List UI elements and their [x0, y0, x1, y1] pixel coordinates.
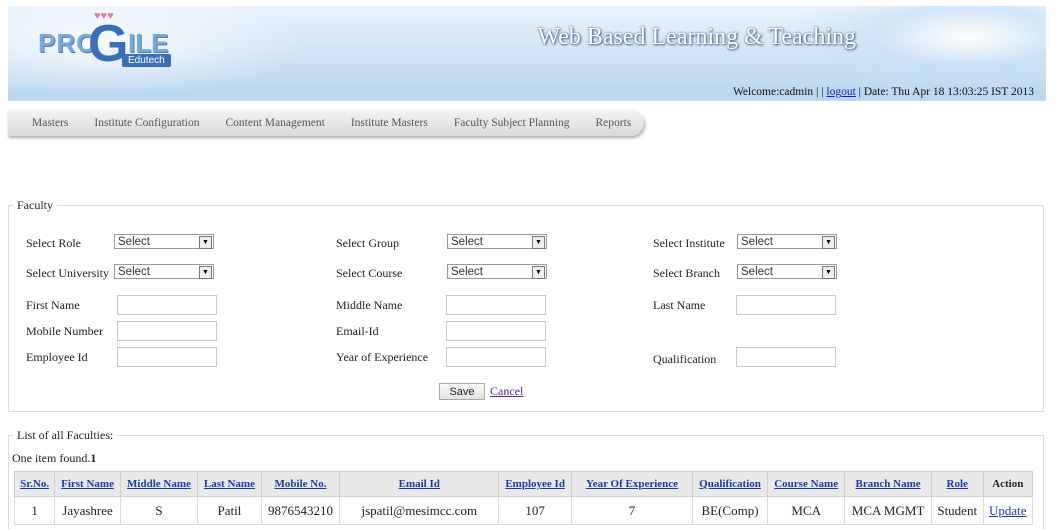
col-employee-id[interactable]: Employee Id	[498, 471, 573, 497]
cell-last-name: Patil	[197, 496, 262, 525]
col-branch-name[interactable]: Branch Name	[844, 471, 932, 497]
mobile-number-label: Mobile Number	[26, 324, 103, 338]
select-branch-value: Select	[741, 266, 773, 278]
last-name-label: Last Name	[653, 298, 706, 312]
select-role-dropdown[interactable]: Select ▼	[114, 234, 214, 249]
first-name-label: First Name	[26, 298, 80, 312]
select-branch-dropdown[interactable]: Select ▼	[737, 264, 837, 279]
select-institute-label: Select Institute	[653, 236, 725, 250]
select-group-dropdown[interactable]: Select ▼	[447, 234, 547, 249]
cell-sr-no: 1	[13, 496, 56, 525]
year-of-experience-input[interactable]	[446, 347, 546, 367]
qualification-label: Qualification	[653, 352, 717, 366]
items-found-text: One item found.1	[12, 451, 96, 466]
cell-action: Update	[982, 496, 1034, 525]
email-id-input[interactable]	[446, 321, 546, 341]
cell-middle-name: S	[119, 496, 199, 525]
table-row: 1 Jayashree S Patil 9876543210 jspatil@m…	[13, 496, 1034, 525]
select-role-value: Select	[118, 236, 150, 248]
last-name-input[interactable]	[736, 295, 836, 315]
col-last-name[interactable]: Last Name	[197, 471, 262, 497]
chevron-down-icon: ▼	[532, 236, 545, 249]
cell-employee-id: 107	[498, 496, 573, 525]
welcome-text: Welcome:cadmin | |	[732, 86, 824, 98]
email-id-label: Email-Id	[336, 324, 379, 338]
col-qualification[interactable]: Qualification	[692, 471, 769, 497]
employee-id-input[interactable]	[117, 347, 217, 367]
cell-role: Student	[930, 496, 984, 525]
menu-item-institute-configuration[interactable]: Institute Configuration	[94, 117, 199, 129]
chevron-down-icon: ▼	[822, 266, 835, 279]
col-course-name[interactable]: Course Name	[767, 471, 846, 497]
table-header-row: Sr.No. First Name Middle Name Last Name …	[13, 471, 1034, 497]
col-first-name[interactable]: First Name	[54, 471, 121, 497]
col-middle-name[interactable]: Middle Name	[119, 471, 199, 497]
middle-name-input[interactable]	[446, 295, 546, 315]
select-course-value: Select	[451, 266, 483, 278]
chevron-down-icon: ▼	[199, 266, 212, 279]
cell-mobile-no: 9876543210	[260, 496, 341, 525]
select-course-dropdown[interactable]: Select ▼	[447, 264, 547, 279]
menu-item-reports[interactable]: Reports	[595, 117, 631, 129]
select-university-dropdown[interactable]: Select ▼	[114, 264, 214, 279]
menu-item-institute-masters[interactable]: Institute Masters	[351, 117, 428, 129]
save-button[interactable]: Save	[439, 383, 485, 400]
cell-email-id: jspatil@mesimcc.com	[339, 496, 500, 525]
progile-logo: ♥♥♥ PRO G ILE Edutech	[38, 10, 188, 73]
select-institute-dropdown[interactable]: Select ▼	[737, 234, 837, 249]
cell-qualification: BE(Comp)	[692, 496, 769, 525]
main-menu: Masters Institute Configuration Content …	[8, 110, 644, 136]
qualification-input[interactable]	[736, 347, 836, 367]
chevron-down-icon: ▼	[199, 236, 212, 249]
col-mobile-no[interactable]: Mobile No.	[260, 471, 341, 497]
select-group-label: Select Group	[336, 236, 399, 250]
cell-course-name: MCA	[767, 496, 846, 525]
logout-link[interactable]: logout	[826, 86, 855, 98]
col-sr-no[interactable]: Sr.No.	[13, 471, 56, 497]
header-banner: ♥♥♥ PRO G ILE Edutech Web Based Learning…	[8, 6, 1046, 101]
welcome-bar: Welcome:cadmin | | logout | Date: Thu Ap…	[733, 86, 1034, 98]
menu-item-content-management[interactable]: Content Management	[226, 117, 325, 129]
faculty-legend: Faculty	[17, 198, 53, 212]
select-institute-value: Select	[741, 236, 773, 248]
first-name-input[interactable]	[117, 295, 217, 315]
select-course-label: Select Course	[336, 266, 403, 280]
app-title: Web Based Learning & Teaching	[537, 24, 856, 50]
banner-swirl	[786, 6, 1046, 96]
cell-year-of-experience: 7	[571, 496, 694, 525]
chevron-down-icon: ▼	[822, 236, 835, 249]
col-action: Action	[982, 471, 1034, 497]
select-group-value: Select	[451, 236, 483, 248]
logo-subtitle: Edutech	[122, 54, 171, 67]
select-university-value: Select	[118, 266, 150, 278]
cancel-link[interactable]: Cancel	[490, 384, 523, 399]
found-page-number: 1	[90, 451, 97, 465]
faculty-list-legend: List of all Faculties:	[17, 428, 114, 442]
cell-branch-name: MCA MGMT	[844, 496, 932, 525]
col-email-id[interactable]: Email Id	[339, 471, 500, 497]
update-link[interactable]: Update	[989, 503, 1027, 518]
cell-first-name: Jayashree	[54, 496, 121, 525]
menu-item-faculty-subject-planning[interactable]: Faculty Subject Planning	[454, 117, 570, 129]
col-role[interactable]: Role	[930, 471, 984, 497]
mobile-number-input[interactable]	[117, 321, 217, 341]
col-year-of-experience[interactable]: Year Of Experience	[571, 471, 694, 497]
date-text: | Date: Thu Apr 18 13:03:25 IST 2013	[858, 86, 1034, 98]
select-university-label: Select University	[26, 266, 109, 280]
select-role-label: Select Role	[26, 236, 81, 250]
middle-name-label: Middle Name	[336, 298, 403, 312]
year-of-experience-label: Year of Experience	[336, 350, 429, 364]
faculty-table: Sr.No. First Name Middle Name Last Name …	[13, 471, 1034, 525]
found-text: One item found.	[12, 451, 91, 465]
chevron-down-icon: ▼	[532, 266, 545, 279]
select-branch-label: Select Branch	[653, 266, 720, 280]
menu-item-masters[interactable]: Masters	[32, 117, 68, 129]
employee-id-label: Employee Id	[26, 350, 88, 364]
